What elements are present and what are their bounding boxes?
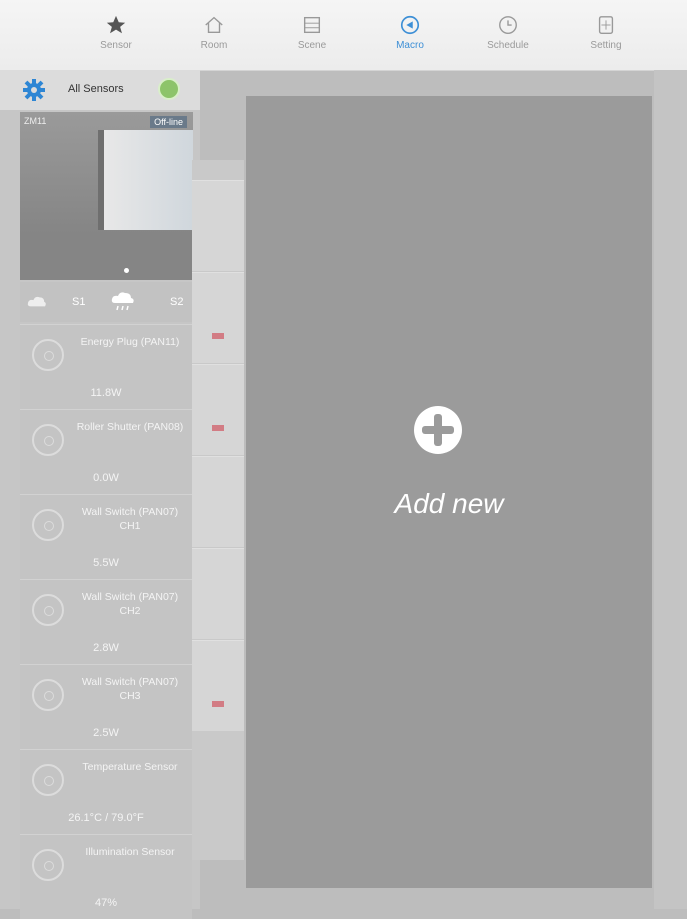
device-value: 26.1°C / 79.0°F (68, 812, 144, 824)
camera-floor (20, 232, 193, 280)
rain-cloud-icon (111, 292, 134, 311)
stacked-panel (192, 364, 244, 455)
tab-label: Macro (396, 40, 424, 51)
device-card[interactable]: Temperature Sensor 26.1°C / 79.0°F (20, 749, 192, 834)
device-value: 5.5W (93, 557, 119, 569)
stacked-panel (192, 640, 244, 731)
stacked-panel (192, 272, 244, 363)
tab-label: Scene (297, 40, 327, 51)
page-indicator (124, 268, 129, 273)
device-card[interactable]: Wall Switch (PAN07) CH1 5.5W (20, 494, 192, 579)
clock-icon (499, 16, 517, 34)
camera-status-badge: Off-line (150, 116, 187, 128)
star-icon (106, 15, 126, 34)
device-value: 47% (94, 897, 118, 909)
weather-s1: S1 (72, 296, 86, 308)
plug-icon (32, 339, 64, 371)
sensor-sidebar: All Sensors ZM11 Off-line S1 S2 Energy P… (0, 70, 200, 919)
device-name: Energy Plug (PAN11) (80, 336, 180, 348)
tab-sensor[interactable]: Sensor (76, 10, 156, 51)
tab-room[interactable]: Room (174, 10, 254, 51)
weather-row: S1 S2 (20, 282, 193, 322)
camera-preview[interactable]: ZM11 Off-line (20, 112, 193, 280)
right-margin (654, 70, 687, 909)
off-indicator (212, 333, 224, 339)
device-card[interactable]: Wall Switch (PAN07) CH3 2.5W (20, 664, 192, 749)
sensor-header: All Sensors (0, 70, 200, 110)
shutter-icon (32, 424, 64, 456)
tab-label: Room (200, 40, 228, 51)
device-value: 2.8W (93, 642, 119, 654)
off-indicator (212, 425, 224, 431)
device-card[interactable]: Illumination Sensor 47% (20, 834, 192, 919)
device-value: 2.5W (93, 727, 119, 739)
device-card[interactable]: Energy Plug (PAN11) 11.8W (20, 324, 192, 409)
device-card[interactable]: Wall Switch (PAN07) CH2 2.8W (20, 579, 192, 664)
plus-circle-icon[interactable] (414, 406, 462, 454)
device-value: 0.0W (93, 472, 119, 484)
tab-label: Schedule (487, 40, 529, 51)
cloud-icon (27, 296, 46, 307)
bulb-icon (32, 849, 64, 881)
device-value: 11.8W (90, 387, 122, 399)
thermometer-icon (32, 764, 64, 796)
macro-icon (400, 15, 420, 35)
device-name: Roller Shutter (PAN08) (76, 421, 184, 433)
device-name: Wall Switch (PAN07) CH2 (81, 591, 179, 617)
device-name: Temperature Sensor (82, 761, 178, 773)
stacked-panel (192, 456, 244, 547)
stacked-panel (192, 180, 244, 271)
stacked-panels (192, 160, 244, 860)
sidebar-title: All Sensors (68, 83, 124, 95)
device-card[interactable]: Roller Shutter (PAN08) 0.0W (20, 409, 192, 494)
device-name: Wall Switch (PAN07) CH3 (81, 676, 179, 702)
camera-image (98, 130, 193, 230)
house-icon (205, 16, 223, 34)
status-indicator (158, 78, 180, 100)
switch-icon (32, 594, 64, 626)
tab-setting[interactable]: Setting (566, 10, 646, 51)
tab-label: Sensor (100, 40, 132, 51)
device-name: Illumination Sensor (85, 846, 175, 858)
camera-label: ZM11 (24, 116, 47, 126)
device-name: Wall Switch (PAN07) CH1 (81, 506, 179, 532)
setting-icon (598, 16, 614, 34)
tab-macro[interactable]: Macro (370, 10, 450, 51)
off-indicator (212, 701, 224, 707)
tab-schedule[interactable]: Schedule (468, 10, 548, 51)
add-new-label[interactable]: Add new (246, 488, 652, 520)
tab-bar: Sensor Room Scene Macro Schedule Setting (0, 0, 687, 71)
scene-icon (303, 16, 321, 34)
tab-scene[interactable]: Scene (272, 10, 352, 51)
gear-icon[interactable] (22, 78, 46, 102)
switch-icon (32, 509, 64, 541)
weather-s2: S2 (170, 296, 184, 308)
switch-icon (32, 679, 64, 711)
stacked-panel (192, 548, 244, 639)
tab-label: Setting (590, 40, 622, 51)
